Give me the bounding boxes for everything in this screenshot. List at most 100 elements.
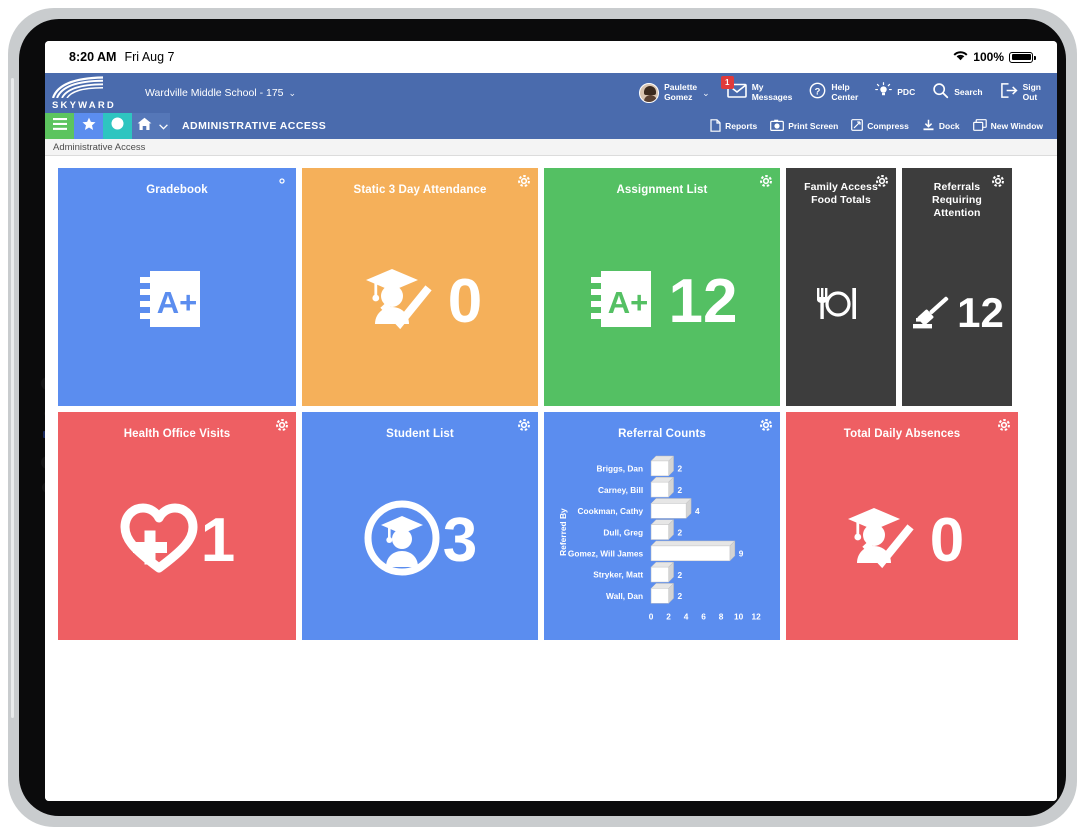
home-dropdown-button[interactable] (156, 113, 170, 139)
tile-referrals-requiring-attention[interactable]: Referrals Requiring Attention 12 (902, 168, 1012, 406)
gear-icon[interactable] (275, 418, 289, 437)
svg-text:4: 4 (684, 612, 689, 622)
reports-button[interactable]: Reports (710, 118, 757, 134)
tile-family-access-food-totals[interactable]: Family Access Food Totals (786, 168, 896, 406)
svg-text:Referred By: Referred By (558, 508, 568, 556)
print-screen-button[interactable]: Print Screen (770, 119, 838, 133)
svg-text:10: 10 (734, 612, 744, 622)
tile-body: A+ 12 (544, 197, 780, 406)
pdc-button[interactable]: PDC (875, 82, 915, 104)
svg-text:6: 6 (701, 612, 706, 622)
tile-health-office-visits[interactable]: Health Office Visits 1 (58, 412, 296, 640)
gradebook-icon: A+ (587, 261, 663, 342)
compress-label: Compress (867, 121, 909, 131)
dock-button[interactable]: Dock (922, 119, 960, 133)
tile-title: Health Office Visits (123, 428, 231, 440)
gear-icon[interactable] (997, 418, 1011, 437)
sign-out-icon (1000, 82, 1018, 104)
svg-text:8: 8 (719, 612, 724, 622)
tile-static-3-day-attendance[interactable]: Static 3 Day Attendance 0 (302, 168, 538, 406)
cutlery-icon (811, 277, 865, 336)
breadcrumb: Administrative Access (45, 139, 1057, 156)
recent-button[interactable] (103, 113, 132, 139)
svg-text:2: 2 (678, 528, 683, 538)
svg-text:2: 2 (678, 592, 683, 602)
tablet-frame: 8:20 AM Fri Aug 7 100% SKYWARD Wardville… (8, 8, 1077, 827)
compress-button[interactable]: Compress (851, 119, 909, 133)
school-selector-label: Wardville Middle School - 175 (145, 87, 284, 99)
frame-accent (11, 78, 14, 718)
skyward-logo[interactable]: SKYWARD (47, 73, 114, 113)
tile-body: A+ (58, 197, 296, 406)
svg-text:4: 4 (695, 507, 700, 517)
svg-text:?: ? (815, 86, 821, 97)
tile-value: 12 (957, 289, 1004, 337)
tile-value: 3 (442, 505, 478, 575)
ios-status-bar: 8:20 AM Fri Aug 7 100% (45, 41, 1057, 73)
skyward-wordmark: SKYWARD (52, 100, 116, 111)
svg-text:2: 2 (678, 570, 683, 580)
gear-icon[interactable] (759, 418, 773, 437)
gear-icon[interactable] (517, 418, 531, 437)
bar-chart-svg: Referred By Briggs, Dan 2 Carney, Bill 2 Cook… (558, 455, 762, 622)
favorites-button[interactable] (74, 113, 103, 139)
new-window-button[interactable]: New Window (972, 119, 1043, 133)
tile-value: 0 (929, 505, 965, 575)
tile-body: 0 (302, 197, 538, 406)
tablet-screen: 8:20 AM Fri Aug 7 100% SKYWARD Wardville… (45, 41, 1057, 801)
circle-icon (111, 117, 124, 135)
svg-text:2: 2 (678, 464, 683, 474)
tile-student-list[interactable]: Student List 3 (302, 412, 538, 640)
help-center-button[interactable]: ? Help Center (809, 82, 858, 104)
svg-text:2: 2 (666, 612, 671, 622)
tile-row-1: Gradebook A+ Static 3 Day Attendance 0 A… (58, 168, 1044, 406)
document-icon (710, 118, 721, 134)
gear-icon[interactable] (517, 174, 531, 193)
tile-gradebook[interactable]: Gradebook A+ (58, 168, 296, 406)
compress-icon (851, 119, 864, 133)
nav-bar: ADMINISTRATIVE ACCESS Reports Print Scre… (45, 113, 1057, 139)
tile-title: Assignment List (616, 184, 708, 196)
chevron-down-icon: ⌄ (288, 87, 297, 98)
app-header: SKYWARD Wardville Middle School - 175 ⌄ … (45, 73, 1057, 113)
school-selector[interactable]: Wardville Middle School - 175 ⌄ (145, 87, 296, 99)
tile-total-daily-absences[interactable]: Total Daily Absences 0 (786, 412, 1018, 640)
battery-percent: 100% (973, 50, 1004, 64)
wifi-icon (953, 48, 968, 66)
menu-button[interactable] (45, 113, 74, 139)
nav-tools: Reports Print Screen Compress Dock New W… (710, 113, 1057, 139)
magnifier-icon (932, 82, 949, 104)
tile-title: Total Daily Absences (843, 428, 961, 440)
message-count-badge: 1 (720, 76, 734, 89)
my-messages-button[interactable]: 1 My Messages (720, 76, 793, 103)
new-window-label: New Window (990, 121, 1043, 131)
sign-out-button[interactable]: Sign Out (1000, 82, 1041, 104)
hamburger-icon (52, 117, 67, 135)
gear-icon[interactable] (991, 174, 1005, 193)
status-right: 100% (953, 48, 1036, 66)
tile-assignment-list[interactable]: Assignment List A+ 12 (544, 168, 780, 406)
gear-icon[interactable] (275, 174, 289, 193)
svg-text:Cookman, Cathy: Cookman, Cathy (578, 506, 644, 516)
user-menu[interactable]: Paulette Gomez ⌄ (639, 82, 710, 103)
my-messages-label: My Messages (751, 82, 793, 102)
status-date: Fri Aug 7 (124, 50, 175, 64)
tile-body: 0 (786, 441, 1018, 640)
avatar (639, 83, 660, 103)
tile-title: Referral Counts (618, 428, 706, 440)
student-check-icon (840, 500, 924, 581)
gear-icon[interactable] (759, 174, 773, 193)
search-button[interactable]: Search (932, 82, 983, 104)
svg-text:12: 12 (752, 612, 762, 622)
home-button[interactable] (132, 113, 156, 139)
status-left: 8:20 AM Fri Aug 7 (69, 50, 175, 64)
svg-text:Briggs, Dan: Briggs, Dan (596, 464, 643, 474)
help-center-label: Help Center (831, 82, 859, 102)
breadcrumb-label: Administrative Access (53, 141, 146, 153)
tile-referral-counts[interactable]: Referral Counts Referred By Briggs, Dan 2 C… (544, 412, 780, 640)
svg-text:Stryker, Matt: Stryker, Matt (593, 570, 643, 580)
chevron-down-icon: ⌄ (702, 87, 710, 98)
gear-icon[interactable] (875, 174, 889, 193)
svg-text:A+: A+ (157, 285, 198, 320)
pdc-label: PDC (897, 87, 916, 98)
